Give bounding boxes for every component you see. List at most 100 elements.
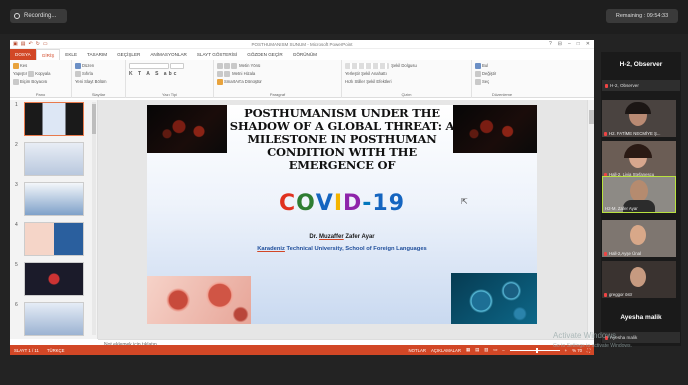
bullets-icon[interactable] xyxy=(217,62,223,69)
shape-fill-button[interactable]: Şekil Dolgusu xyxy=(391,63,417,68)
zoom-out-icon[interactable]: – xyxy=(502,348,504,353)
numbering-icon[interactable] xyxy=(224,62,230,69)
remaining-time: Remaining : 09:54:33 xyxy=(606,9,678,23)
tab-slideshow[interactable]: SLAYT GÖSTERİSİ xyxy=(192,49,242,60)
font-style-buttons[interactable]: K T A S abc xyxy=(129,70,210,78)
tab-file[interactable]: DOSYA xyxy=(10,49,36,60)
reading-view-icon[interactable]: ▥ xyxy=(484,347,488,353)
participant-name: H2. FATİME NECMİYE Ş... xyxy=(609,131,661,136)
reset-button[interactable]: Sıfırla xyxy=(82,71,93,76)
layout-icon[interactable] xyxy=(75,62,81,69)
participant-tile[interactable]: H2. FATİME NECMİYE Ş... xyxy=(602,100,676,137)
align-text-button[interactable]: Metni Hizala xyxy=(232,71,255,76)
shapes-gallery[interactable] xyxy=(345,62,389,69)
replace-button[interactable]: Değiştir xyxy=(482,71,496,76)
muted-mic-icon xyxy=(604,131,607,136)
minimize-icon[interactable]: – xyxy=(568,41,571,47)
status-bar: SLAYT 1 / 11 TÜRKÇE NOTLAR AÇIKLAMALAR ▦… xyxy=(10,345,594,355)
author-rest: Zafer Ayar xyxy=(343,234,375,240)
font-name-select[interactable] xyxy=(129,62,169,69)
replace-icon[interactable] xyxy=(475,70,481,77)
tab-animations[interactable]: ANİMASYONLAR xyxy=(145,49,192,60)
record-icon xyxy=(14,13,20,19)
copy-button[interactable]: Kopyala xyxy=(35,71,50,76)
tab-view[interactable]: GÖRÜNÜM xyxy=(288,49,322,60)
smartart-button[interactable]: SmartArt'a Dönüştür xyxy=(224,79,262,84)
format-painter-button[interactable]: Biçim Boyacısı xyxy=(20,79,47,84)
participant-tile[interactable]: Hall-2, Livia Stefanescu xyxy=(602,141,676,178)
notes-button[interactable]: NOTLAR xyxy=(409,348,426,353)
thumbnail-slide-5[interactable] xyxy=(24,262,84,296)
select-button[interactable]: Seç xyxy=(482,79,489,84)
self-name: H-2, Observer xyxy=(610,83,639,88)
smartart-icon[interactable] xyxy=(217,78,223,85)
thumbnail-slide-6[interactable] xyxy=(24,302,84,336)
slideshow-view-icon[interactable]: ▭ xyxy=(493,347,497,353)
reset-icon[interactable] xyxy=(75,70,81,77)
shape-effects-button[interactable]: Şekil Efektleri xyxy=(366,79,391,84)
arrange-button[interactable]: Yerleştir xyxy=(345,71,360,76)
author-surname: Muzaffer xyxy=(319,234,344,240)
format-painter-icon[interactable] xyxy=(13,78,19,85)
tab-insert[interactable]: EKLE xyxy=(60,49,82,60)
affiliation-line[interactable]: Karadeniz Technical University, School o… xyxy=(207,246,477,252)
covid-letter: - xyxy=(362,191,373,216)
scrollbar-thumb[interactable] xyxy=(589,110,594,124)
recording-bar: Recording... Remaining : 09:54:33 xyxy=(0,0,688,34)
participant-tile-active-speaker[interactable]: H2-M. Zafer Ayar xyxy=(602,176,676,213)
window-controls: ? ⊟ – □ ✕ xyxy=(549,41,590,47)
activate-windows-title: Activate Windows xyxy=(553,331,617,340)
paste-button[interactable]: Yapıştır xyxy=(13,71,27,76)
tab-transitions[interactable]: GEÇİŞLER xyxy=(112,49,145,60)
group-font-label: Yazı Tipi xyxy=(161,92,178,97)
tab-review[interactable]: GÖZDEN GEÇİR xyxy=(242,49,287,60)
thumbnail-slide-1[interactable] xyxy=(24,102,84,136)
section-button[interactable]: Bölüm xyxy=(95,79,107,84)
select-icon[interactable] xyxy=(475,78,481,85)
maximize-icon[interactable]: □ xyxy=(577,41,580,47)
thumbnail-slide-2[interactable] xyxy=(24,142,84,176)
layout-button[interactable]: Düzen xyxy=(82,63,94,68)
author-line[interactable]: Dr. Muzaffer Zafer Ayar xyxy=(227,234,457,240)
self-row: H-2, Observer xyxy=(602,80,680,91)
tab-design[interactable]: TASARIM xyxy=(82,49,112,60)
new-slide-button[interactable]: Yeni Slayt xyxy=(75,79,93,84)
tab-home[interactable]: GİRİŞ xyxy=(35,49,61,60)
font-size-select[interactable] xyxy=(170,62,184,69)
find-icon[interactable] xyxy=(475,62,481,69)
participant-tile[interactable]: Hall-2,Ayşe Ünal xyxy=(602,220,676,257)
sorter-view-icon[interactable]: ▤ xyxy=(475,347,479,353)
copy-icon[interactable] xyxy=(28,70,35,77)
covid-letter: D xyxy=(343,191,363,216)
recording-indicator[interactable]: Recording... xyxy=(10,9,67,23)
thumbnails-scrollbar[interactable] xyxy=(92,102,96,335)
align-icon[interactable] xyxy=(217,70,223,77)
group-paragraph-label: Paragraf xyxy=(269,92,286,97)
normal-view-icon[interactable]: ▦ xyxy=(466,347,470,353)
slide-title[interactable]: POSTHUMANISM UNDER THE SHADOW OF A GLOBA… xyxy=(229,107,455,172)
columns-icon[interactable] xyxy=(224,70,230,77)
thumbnail-slide-4[interactable] xyxy=(24,222,84,256)
scrollbar-thumb[interactable] xyxy=(92,104,96,134)
cut-button[interactable]: Kes xyxy=(20,63,27,68)
title-bar: ▣ ▤ ↶ ↻ ▭ POSTHUMANISM SUNUM - Microsoft… xyxy=(10,40,594,49)
current-slide[interactable]: POSTHUMANISM UNDER THE SHADOW OF A GLOBA… xyxy=(147,105,537,324)
language-indicator[interactable]: TÜRKÇE xyxy=(47,348,65,353)
ribbon-options-icon[interactable]: ⊟ xyxy=(558,41,562,47)
indent-icon[interactable] xyxy=(231,62,237,69)
thumbnail-slide-3[interactable] xyxy=(24,182,84,216)
close-icon[interactable]: ✕ xyxy=(586,41,590,47)
shape-outline-button[interactable]: Şekil Anahattı xyxy=(361,71,387,76)
editor-scrollbar[interactable] xyxy=(587,100,594,339)
find-button[interactable]: Bul xyxy=(482,63,488,68)
participant-tile[interactable]: greggor östr xyxy=(602,261,676,298)
help-icon[interactable]: ? xyxy=(549,41,552,47)
participants-panel: H-2, Observer H-2, Observer H2. FATİME N… xyxy=(601,52,681,346)
text-direction-button[interactable]: Metin Yönü xyxy=(239,63,260,68)
paste-icon[interactable] xyxy=(13,62,19,69)
zoom-slider[interactable] xyxy=(509,347,560,353)
ribbon: Kes Yapıştır Kopyala Biçim Boyacısı Pano… xyxy=(10,60,594,98)
quick-styles-button[interactable]: Hızlı Stiller xyxy=(345,79,365,84)
slide-counter: SLAYT 1 / 11 xyxy=(14,347,39,353)
comments-button[interactable]: AÇIKLAMALAR xyxy=(431,348,461,353)
